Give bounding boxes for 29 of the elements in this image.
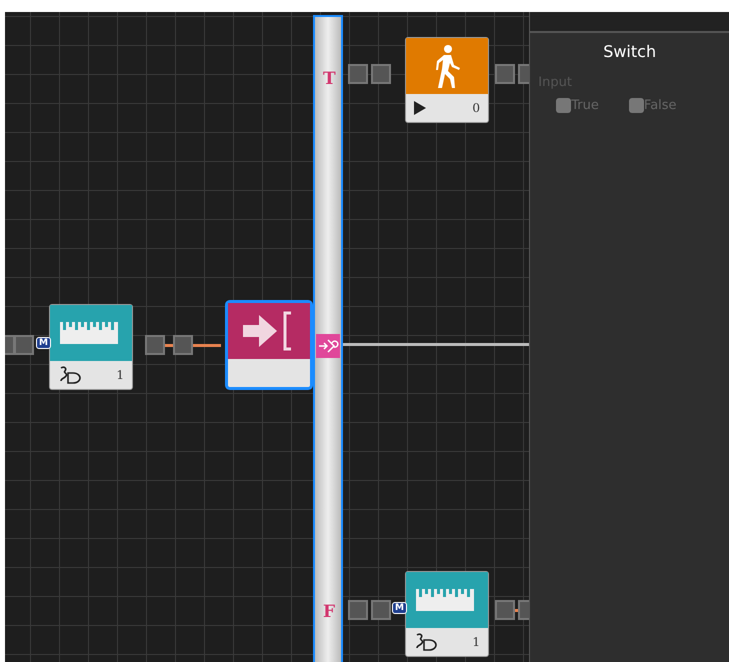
block-value: 1	[116, 368, 124, 382]
port-slot[interactable]	[145, 335, 165, 355]
port-slot[interactable]	[14, 335, 34, 355]
switch-bar[interactable]: T F	[313, 15, 343, 662]
connection-wire	[515, 609, 518, 612]
port-label[interactable]: M	[392, 602, 407, 614]
program-block[interactable]: 0	[406, 38, 488, 122]
branch-label: T	[323, 69, 336, 89]
port-slot[interactable]	[371, 64, 391, 84]
port-label[interactable]: M	[36, 337, 51, 349]
block-value: 0	[472, 101, 480, 115]
port-slot[interactable]	[495, 600, 515, 620]
port-slot[interactable]	[173, 335, 193, 355]
port-slot[interactable]	[371, 600, 391, 620]
program-block[interactable]	[228, 303, 310, 387]
port-slot[interactable]	[348, 600, 368, 620]
connection-wire	[165, 344, 173, 347]
play-icon[interactable]	[414, 101, 426, 115]
panel-title: Switch	[602, 42, 658, 61]
program-block[interactable]: 1	[406, 572, 488, 656]
block-value: 1	[472, 635, 480, 649]
branch-label: F	[323, 602, 336, 622]
port-slot[interactable]	[348, 64, 368, 84]
port-slot[interactable]	[495, 64, 515, 84]
connection-wire	[193, 344, 221, 347]
sensor-symbol-icon	[58, 365, 82, 385]
sensor-symbol-icon	[414, 632, 438, 652]
switch-input-icon[interactable]	[316, 334, 340, 358]
program-block[interactable]: 1	[50, 305, 132, 389]
